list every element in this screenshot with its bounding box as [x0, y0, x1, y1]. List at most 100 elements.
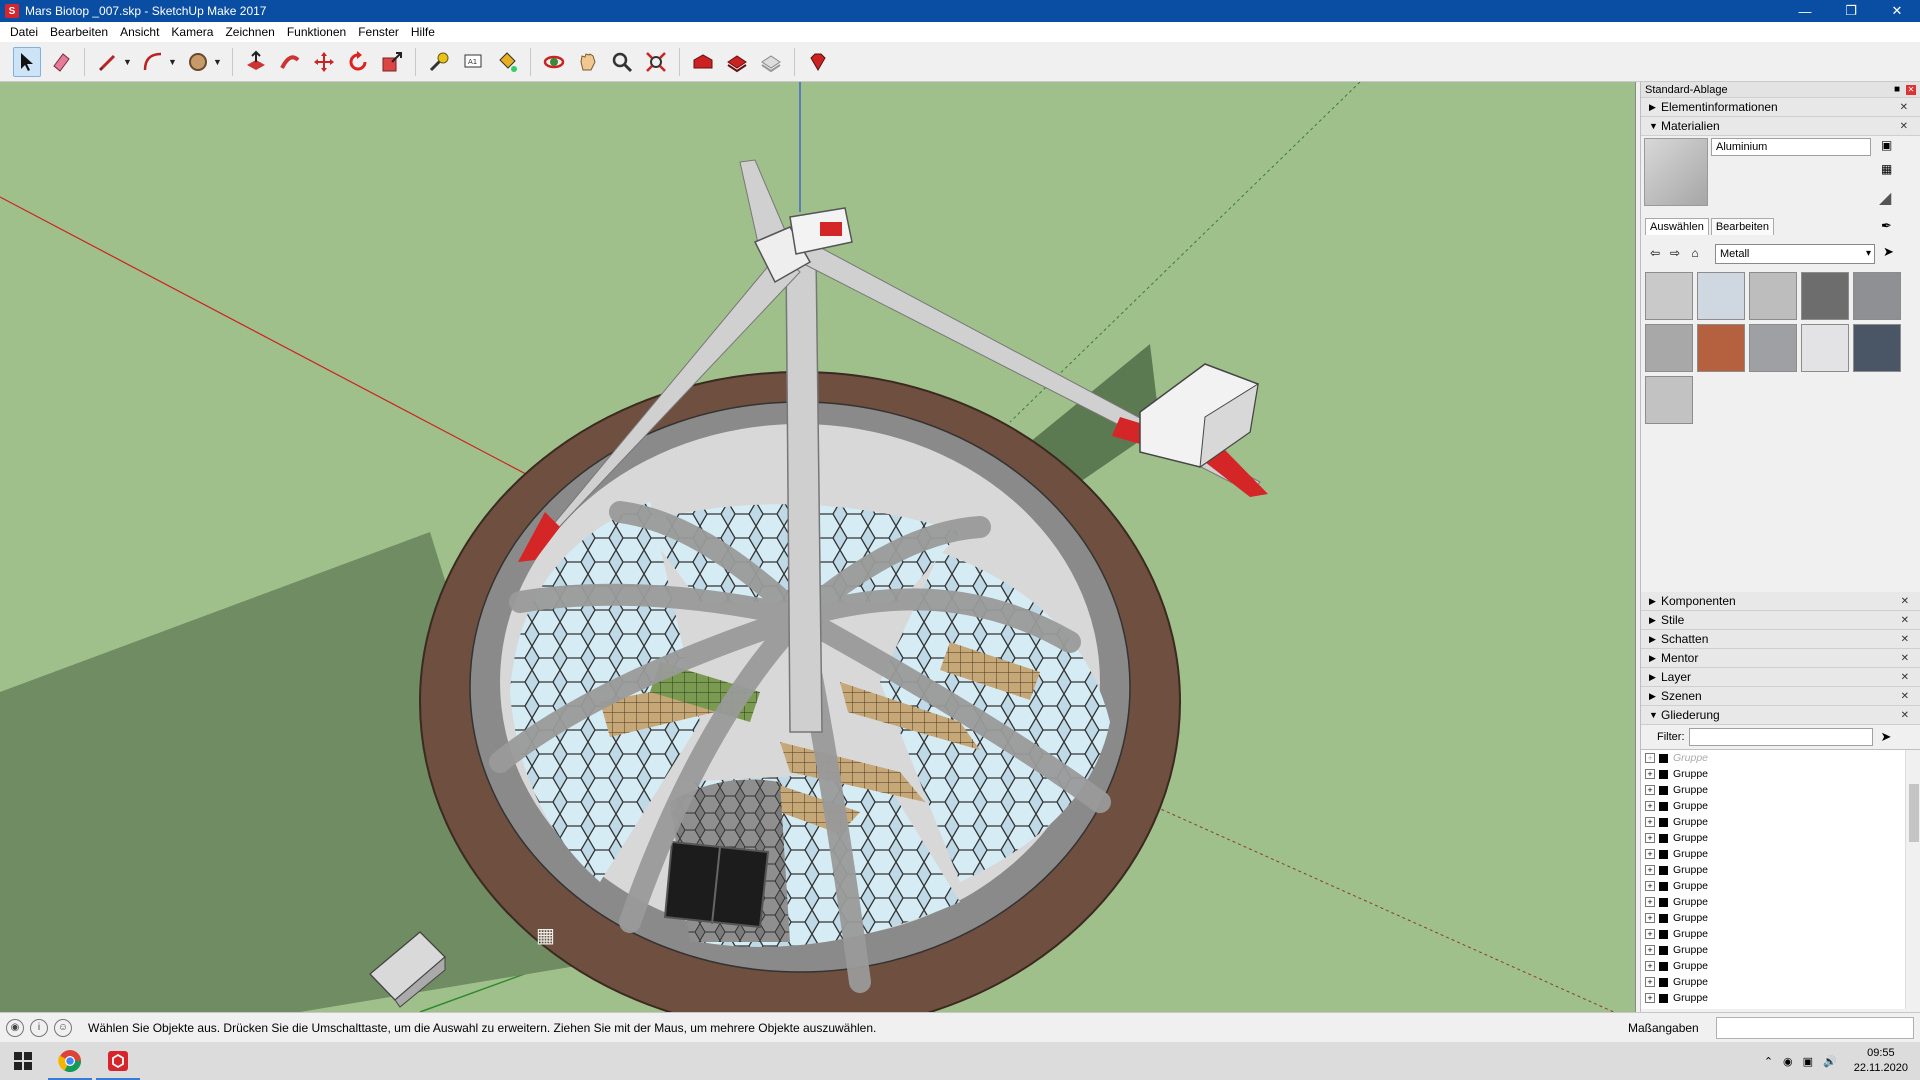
- network-icon[interactable]: ◉: [1783, 1055, 1793, 1068]
- outliner-row[interactable]: + Gruppe: [1641, 830, 1920, 846]
- menu-datei[interactable]: Datei: [4, 25, 44, 39]
- expand-icon[interactable]: +: [1645, 961, 1655, 971]
- expand-icon[interactable]: +: [1645, 993, 1655, 1003]
- menu-fenster[interactable]: Fenster: [352, 25, 405, 39]
- menu-funktionen[interactable]: Funktionen: [281, 25, 352, 39]
- home-icon[interactable]: ⌂: [1685, 246, 1705, 260]
- expand-icon[interactable]: +: [1645, 881, 1655, 891]
- material-name-field[interactable]: Aluminium: [1711, 138, 1871, 156]
- chevron-down-icon[interactable]: ▼: [213, 57, 223, 67]
- menu-ansicht[interactable]: Ansicht: [114, 25, 165, 39]
- panel-mentor[interactable]: ▶ Mentor ✕: [1641, 649, 1920, 668]
- material-library-select[interactable]: Metall: [1715, 244, 1875, 264]
- expand-icon[interactable]: +: [1645, 785, 1655, 795]
- material-swatch[interactable]: [1749, 272, 1797, 320]
- outliner-row[interactable]: + Gruppe: [1641, 990, 1920, 1006]
- pan-icon[interactable]: [574, 47, 602, 77]
- chevron-down-icon[interactable]: ▼: [168, 57, 178, 67]
- restore-icon[interactable]: ❐: [1828, 0, 1874, 22]
- eraser-icon[interactable]: [47, 47, 75, 77]
- tab-auswaehlen[interactable]: Auswählen: [1645, 218, 1709, 235]
- outliner-row[interactable]: + Gruppe: [1641, 862, 1920, 878]
- sketchup-icon[interactable]: S: [5, 4, 19, 18]
- orbit-icon[interactable]: [540, 47, 568, 77]
- material-swatch[interactable]: [1645, 376, 1693, 424]
- filter-input[interactable]: [1688, 728, 1873, 746]
- menu-zeichnen[interactable]: Zeichnen: [219, 25, 280, 39]
- pin-icon[interactable]: ■: [1894, 84, 1900, 95]
- expand-icon[interactable]: +: [1645, 913, 1655, 923]
- follow-me-icon[interactable]: [276, 47, 304, 77]
- material-swatch[interactable]: [1697, 324, 1745, 372]
- material-swatch[interactable]: [1697, 272, 1745, 320]
- close-icon[interactable]: ✕: [1901, 615, 1909, 626]
- close-icon[interactable]: ✕: [1906, 84, 1916, 95]
- panel-szenen[interactable]: ▶ Szenen ✕: [1641, 687, 1920, 706]
- outliner-row[interactable]: + Gruppe: [1641, 894, 1920, 910]
- expand-icon[interactable]: +: [1645, 897, 1655, 907]
- close-icon[interactable]: ✕: [1901, 653, 1909, 664]
- select-icon[interactable]: [13, 46, 41, 77]
- close-icon[interactable]: ✕: [1901, 710, 1909, 721]
- sketchup-icon[interactable]: [94, 1042, 142, 1080]
- expand-icon[interactable]: +: [1645, 849, 1655, 859]
- panel-layer[interactable]: ▶ Layer ✕: [1641, 668, 1920, 687]
- close-icon[interactable]: ✕: [1901, 634, 1909, 645]
- move-icon[interactable]: [310, 47, 338, 77]
- text-icon[interactable]: A1: [459, 47, 487, 77]
- zoom-icon[interactable]: [608, 47, 636, 77]
- create-material-icon[interactable]: ▣: [1881, 138, 1892, 152]
- outliner-row[interactable]: + Gruppe: [1641, 782, 1920, 798]
- measurements-input[interactable]: [1716, 1017, 1914, 1039]
- expand-icon[interactable]: +: [1645, 801, 1655, 811]
- close-icon[interactable]: ✕: [1900, 102, 1908, 113]
- forward-arrow-icon[interactable]: ⇨: [1665, 246, 1685, 260]
- close-icon[interactable]: ✕: [1874, 0, 1920, 22]
- tab-bearbeiten[interactable]: Bearbeiten: [1710, 218, 1775, 235]
- layout-icon[interactable]: [757, 47, 785, 77]
- expand-icon[interactable]: +: [1645, 769, 1655, 779]
- chevron-down-icon[interactable]: ▼: [123, 57, 133, 67]
- expand-icon[interactable]: +: [1645, 833, 1655, 843]
- 3d-viewport[interactable]: ▦: [0, 82, 1636, 1012]
- warehouse-icon[interactable]: [689, 47, 717, 77]
- material-swatch[interactable]: [1853, 272, 1901, 320]
- zoom-extents-icon[interactable]: [642, 47, 670, 77]
- chrome-icon[interactable]: [46, 1042, 94, 1080]
- menu-hilfe[interactable]: Hilfe: [405, 25, 441, 39]
- panel-stile[interactable]: ▶ Stile ✕: [1641, 611, 1920, 630]
- material-swatch[interactable]: [1801, 324, 1849, 372]
- expand-icon[interactable]: +: [1645, 929, 1655, 939]
- material-swatch[interactable]: [1645, 324, 1693, 372]
- outliner-row[interactable]: + Gruppe: [1641, 926, 1920, 942]
- push-pull-icon[interactable]: [242, 47, 270, 77]
- info-icon[interactable]: i: [30, 1018, 48, 1037]
- tape-measure-icon[interactable]: [425, 47, 453, 77]
- expand-icon[interactable]: +: [1645, 817, 1655, 827]
- extension-warehouse-icon[interactable]: [723, 47, 751, 77]
- outliner-row[interactable]: + Gruppe: [1641, 750, 1920, 766]
- pencil-line-icon[interactable]: [94, 47, 122, 77]
- panel-elementinformationen[interactable]: ▶ Elementinformationen ✕: [1641, 98, 1920, 117]
- geo-location-icon[interactable]: ◉: [6, 1018, 24, 1037]
- details-arrow-icon[interactable]: ➤: [1883, 244, 1894, 260]
- close-icon[interactable]: ✕: [1901, 596, 1909, 607]
- windows-start-icon[interactable]: [0, 1042, 46, 1080]
- material-swatch[interactable]: [1853, 324, 1901, 372]
- outliner-row[interactable]: + Gruppe: [1641, 958, 1920, 974]
- monitor-icon[interactable]: ▣: [1803, 1055, 1813, 1068]
- expand-icon[interactable]: +: [1645, 753, 1655, 763]
- material-swatch[interactable]: [1645, 272, 1693, 320]
- panel-materialien[interactable]: ▼ Materialien ✕: [1641, 117, 1920, 136]
- ruby-icon[interactable]: [804, 47, 832, 77]
- details-arrow-icon[interactable]: ➤: [1881, 729, 1892, 745]
- sample-paint-icon[interactable]: ◢: [1879, 188, 1891, 208]
- taskbar-clock[interactable]: 09:55 22.11.2020: [1854, 1046, 1908, 1076]
- outliner-scrollbar[interactable]: [1905, 750, 1920, 1009]
- panel-schatten[interactable]: ▶ Schatten ✕: [1641, 630, 1920, 649]
- outliner-row[interactable]: + Gruppe: [1641, 878, 1920, 894]
- expand-icon[interactable]: +: [1645, 945, 1655, 955]
- close-icon[interactable]: ✕: [1900, 121, 1908, 132]
- outliner-row[interactable]: + Gruppe: [1641, 846, 1920, 862]
- outliner-row[interactable]: + Gruppe: [1641, 910, 1920, 926]
